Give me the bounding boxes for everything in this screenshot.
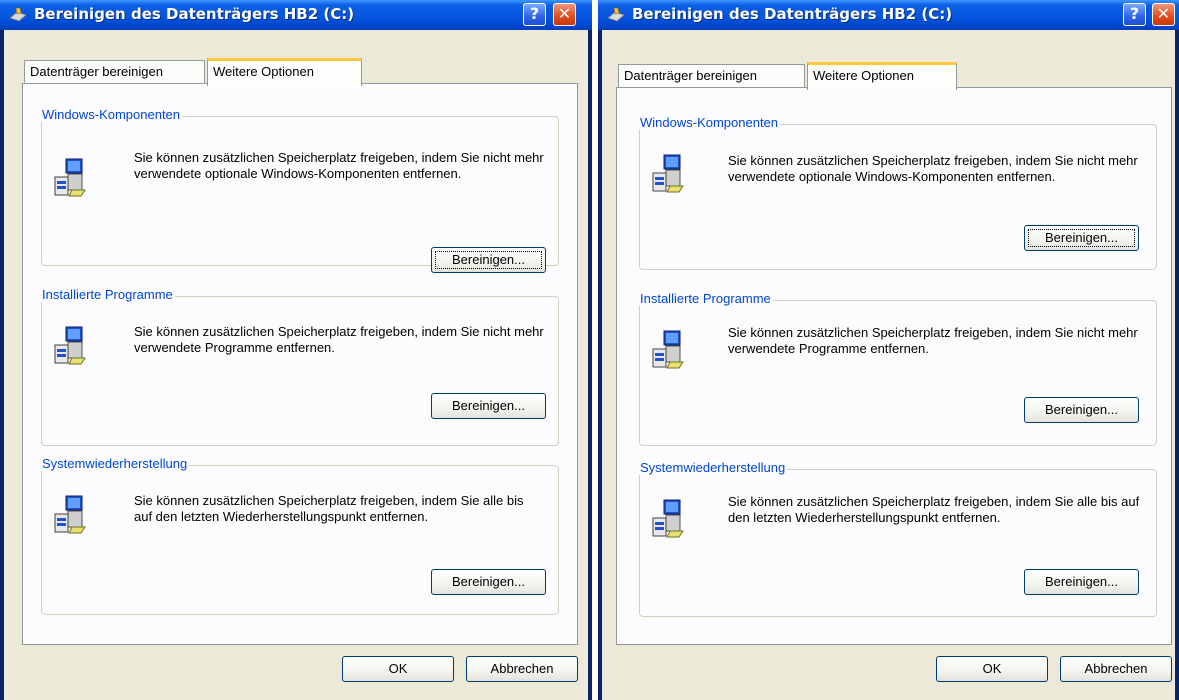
button-label: OK bbox=[982, 661, 1002, 676]
button-label: Bereinigen... bbox=[1045, 402, 1118, 417]
group-systemwiederherstellung: Systemwiederherstellung Sie können zusät… bbox=[40, 456, 559, 615]
group-description: Sie können zusätzlichen Speicherplatz fr… bbox=[728, 494, 1140, 525]
group-description: Sie können zusätzlichen Speicherplatz fr… bbox=[728, 153, 1138, 184]
disk-cleanup-dialog-left: Bereinigen des Datenträgers HB2 (C:) ? ✕… bbox=[0, 0, 592, 700]
button-label: OK bbox=[388, 661, 408, 676]
help-button[interactable]: ? bbox=[1123, 3, 1146, 26]
window-title: Bereinigen des Datenträgers HB2 (C:) bbox=[632, 5, 953, 23]
group-title: Windows-Komponenten bbox=[638, 115, 781, 130]
tab-datentraeger-bereinigen[interactable]: Datenträger bereinigen bbox=[618, 64, 805, 88]
button-label: Bereinigen... bbox=[452, 574, 525, 589]
computer-components-icon bbox=[652, 154, 684, 193]
ok-button[interactable]: OK bbox=[342, 656, 454, 682]
tab-panel: Windows-Komponenten Sie können zusätzlic… bbox=[616, 87, 1172, 645]
dialog-body: Datenträger bereinigen Weitere Optionen … bbox=[4, 30, 588, 700]
disk-cleanup-icon bbox=[607, 7, 625, 22]
close-button[interactable]: ✕ bbox=[1152, 3, 1175, 26]
group-description: Sie können zusätzlichen Speicherplatz fr… bbox=[134, 150, 544, 181]
close-button[interactable]: ✕ bbox=[553, 3, 576, 26]
bereinigen-button-komponenten[interactable]: Bereinigen... bbox=[1024, 225, 1139, 251]
tab-datentraeger-bereinigen[interactable]: Datenträger bereinigen bbox=[24, 60, 205, 84]
bereinigen-button-systemwiederherstellung[interactable]: Bereinigen... bbox=[431, 569, 546, 595]
group-windows-komponenten: Windows-Komponenten Sie können zusätzlic… bbox=[40, 107, 559, 273]
disk-cleanup-icon bbox=[9, 7, 27, 22]
computer-components-icon bbox=[652, 330, 684, 369]
bereinigen-button-systemwiederherstellung[interactable]: Bereinigen... bbox=[1024, 569, 1139, 595]
group-description: Sie können zusätzlichen Speicherplatz fr… bbox=[134, 324, 544, 355]
help-icon: ? bbox=[1129, 4, 1140, 23]
close-icon: ✕ bbox=[1156, 4, 1171, 23]
cancel-button[interactable]: Abbrechen bbox=[1060, 656, 1172, 682]
tab-panel: Windows-Komponenten Sie können zusätzlic… bbox=[22, 83, 578, 645]
help-icon: ? bbox=[529, 4, 540, 23]
bereinigen-button-programme[interactable]: Bereinigen... bbox=[431, 393, 546, 419]
disk-cleanup-dialog-right: Bereinigen des Datenträgers HB2 (C:) ? ✕… bbox=[598, 0, 1179, 700]
group-installierte-programme: Installierte Programme Sie können zusätz… bbox=[40, 287, 559, 446]
group-title: Windows-Komponenten bbox=[40, 107, 183, 122]
title-bar[interactable]: Bereinigen des Datenträgers HB2 (C:) ? ✕ bbox=[598, 0, 1179, 30]
tab-weitere-optionen[interactable]: Weitere Optionen bbox=[207, 58, 362, 86]
group-title: Systemwiederherstellung bbox=[638, 460, 788, 475]
dialog-body: Datenträger bereinigen Weitere Optionen … bbox=[602, 30, 1175, 700]
button-label: Abbrechen bbox=[1084, 661, 1148, 676]
group-description: Sie können zusätzlichen Speicherplatz fr… bbox=[728, 325, 1138, 356]
ok-button[interactable]: OK bbox=[936, 656, 1048, 682]
computer-components-icon bbox=[652, 499, 684, 538]
tab-weitere-optionen[interactable]: Weitere Optionen bbox=[807, 62, 957, 90]
group-windows-komponenten: Windows-Komponenten Sie können zusätzlic… bbox=[638, 115, 1157, 270]
group-title: Installierte Programme bbox=[638, 291, 773, 306]
close-icon: ✕ bbox=[557, 4, 572, 23]
group-installierte-programme: Installierte Programme Sie können zusätz… bbox=[638, 291, 1157, 446]
button-label: Abbrechen bbox=[490, 661, 554, 676]
help-button[interactable]: ? bbox=[523, 3, 546, 26]
group-title: Installierte Programme bbox=[40, 287, 175, 302]
bereinigen-button-programme[interactable]: Bereinigen... bbox=[1024, 397, 1139, 423]
title-bar[interactable]: Bereinigen des Datenträgers HB2 (C:) ? ✕ bbox=[0, 0, 592, 30]
bereinigen-button-komponenten[interactable]: Bereinigen... bbox=[431, 247, 546, 273]
cancel-button[interactable]: Abbrechen bbox=[466, 656, 578, 682]
button-label: Bereinigen... bbox=[452, 398, 525, 413]
computer-components-icon bbox=[54, 158, 86, 197]
button-label: Bereinigen... bbox=[1045, 574, 1118, 589]
group-description: Sie können zusätzlichen Speicherplatz fr… bbox=[134, 493, 524, 524]
group-title: Systemwiederherstellung bbox=[40, 456, 190, 471]
computer-components-icon bbox=[54, 326, 86, 365]
window-title: Bereinigen des Datenträgers HB2 (C:) bbox=[34, 5, 355, 23]
group-systemwiederherstellung: Systemwiederherstellung Sie können zusät… bbox=[638, 460, 1157, 617]
computer-components-icon bbox=[54, 495, 86, 534]
